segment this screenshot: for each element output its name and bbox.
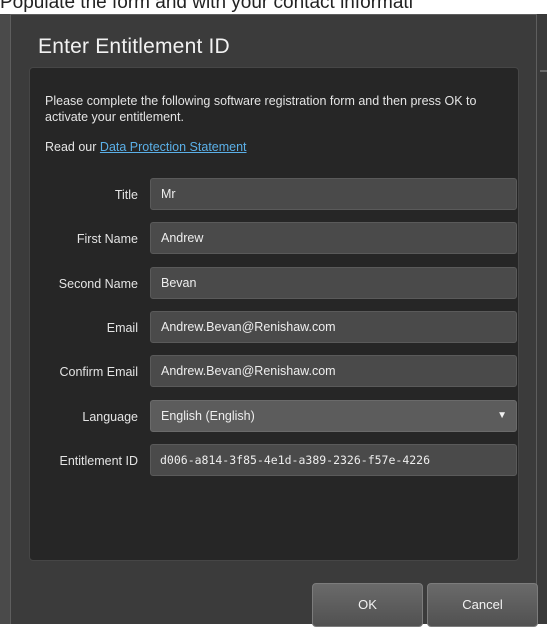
first-name-field[interactable]: Andrew [150, 222, 517, 254]
entitlement-dialog: Enter Entitlement ID Please complete the… [10, 14, 538, 627]
dialog-title: Enter Entitlement ID [38, 35, 230, 58]
background-caption: Populate the form and with your contact … [0, 0, 413, 13]
data-protection-line: Read our Data Protection Statement [45, 139, 247, 155]
confirm-email-value: Andrew.Bevan@Renishaw.com [161, 364, 336, 378]
title-value: Mr [161, 187, 176, 201]
email-label: Email [106, 321, 138, 335]
chevron-down-icon: ▼ [497, 410, 507, 421]
background-window-left [0, 14, 10, 624]
cancel-button[interactable]: Cancel [427, 583, 538, 627]
second-name-label: Second Name [58, 277, 138, 291]
entitlement-id-value: d006-a814-3f85-4e1d-a389-2326-f57e-4226 [160, 453, 431, 467]
second-name-field[interactable]: Bevan [150, 267, 517, 299]
language-value: English (English) [161, 409, 255, 423]
background-divider [540, 70, 547, 72]
data-protection-prefix: Read our [45, 140, 97, 154]
language-label: Language [82, 410, 138, 424]
background-window-right [537, 14, 547, 624]
ok-button[interactable]: OK [312, 583, 423, 627]
email-field[interactable]: Andrew.Bevan@Renishaw.com [150, 311, 517, 343]
title-field[interactable]: Mr [150, 178, 517, 210]
first-name-value: Andrew [161, 231, 204, 245]
email-value: Andrew.Bevan@Renishaw.com [161, 320, 336, 334]
confirm-email-label: Confirm Email [59, 365, 139, 379]
form-panel: Please complete the following software r… [29, 67, 519, 561]
second-name-value: Bevan [161, 276, 197, 290]
title-label: Title [114, 188, 138, 202]
first-name-label: First Name [76, 232, 138, 246]
data-protection-link[interactable]: Data Protection Statement [100, 140, 247, 154]
entitlement-id-label: Entitlement ID [59, 454, 138, 468]
entitlement-id-field[interactable]: d006-a814-3f85-4e1d-a389-2326-f57e-4226 [150, 444, 517, 476]
intro-text: Please complete the following software r… [45, 94, 477, 124]
confirm-email-field[interactable]: Andrew.Bevan@Renishaw.com [150, 355, 517, 387]
language-select[interactable]: English (English) ▼ [150, 400, 517, 432]
